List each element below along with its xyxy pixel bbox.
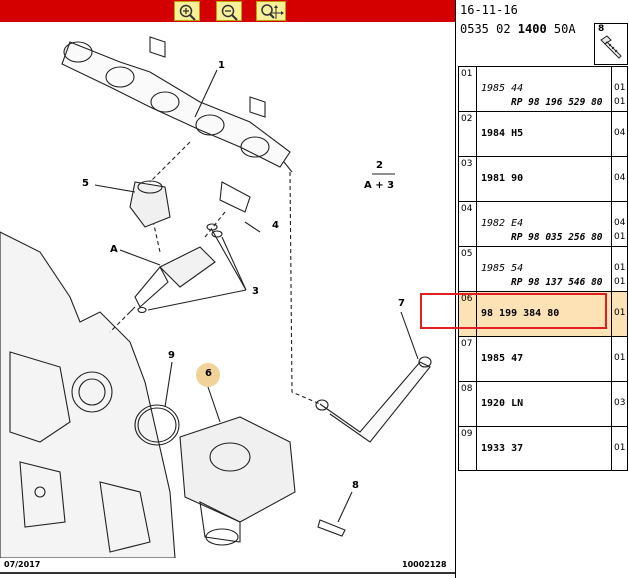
quantity-cell: 03 [611,382,627,426]
callout-4: 4 [272,220,279,231]
part-number: RP 98 137 546 80 [511,277,603,288]
footer-rule [0,572,455,574]
callout-3: 3 [252,286,259,297]
table-row[interactable]: 05 1985 54 RP 98 137 546 80 01 01 [458,246,628,291]
parts-diagram: 1 2 A + 3 3 4 5 A 6 7 8 9 07/2017 100021… [0,0,455,578]
parts-list-panel: 16-11-16 0535 02 1400 50A 8 01 1985 44 RP … [455,0,629,578]
part-reference: 1985 44 [481,83,524,94]
callout-7: 7 [398,298,405,309]
callout-2: 2 [376,160,383,171]
callout-A: A [110,244,118,255]
screw-icon [600,35,622,59]
row-index: 01 [459,67,477,111]
quantity-cell: 01 01 [611,247,627,291]
zoom-out-button[interactable] [216,1,242,21]
quantity-cell: 01 [611,427,627,470]
quantity-cell: 04 [611,112,627,156]
row-index: 08 [459,382,477,426]
part-number: RP 98 035 256 80 [511,232,603,243]
table-row[interactable]: 07 1985 47 01 [458,336,628,381]
parts-table: 01 1985 44 RP 98 196 529 80 01 01 02 1984 H5 04… [458,66,628,471]
row-index: 04 [459,202,477,246]
header-date: 16-11-16 [460,3,518,17]
quantity: 04 [614,218,626,228]
code-prefix: 0535 02 [460,22,518,36]
quantity-secondary: 01 [614,97,626,107]
quantity-cell: 04 01 [611,202,627,246]
callout-5: 5 [82,178,89,189]
quantity: 01 [614,308,626,318]
row-index: 09 [459,427,477,470]
quantity-cell: 04 [611,157,627,201]
diagram-number: 10002128 [402,560,447,569]
callout-2b: A + 3 [364,180,395,191]
quantity: 01 [614,353,626,363]
table-row[interactable]: 04 1982 E4 RP 98 035 256 80 04 01 [458,201,628,246]
part-reference: 1985 47 [481,353,524,364]
table-row[interactable]: 02 1984 H5 04 [458,111,628,156]
quantity: 04 [614,128,626,138]
screw-thumbnail[interactable]: 8 [594,23,628,65]
zoom-pan-button[interactable] [256,1,286,21]
exploded-view-drawing [0,36,432,558]
diagram-toolbar [0,0,455,22]
table-row[interactable]: 01 1985 44 RP 98 196 529 80 01 01 [458,66,628,111]
quantity-secondary: 01 [614,232,626,242]
magnifier-move-icon [261,4,284,19]
table-row[interactable]: 03 1981 90 04 [458,156,628,201]
callout-1: 1 [218,60,225,71]
magnifier-plus-icon [179,4,196,21]
zoom-in-button[interactable] [174,1,200,21]
quantity-cell: 01 [611,337,627,381]
code-bold: 1400 [517,22,547,36]
row-index: 07 [459,337,477,381]
callout-9: 9 [168,350,175,361]
table-row[interactable]: 09 1933 37 01 [458,426,628,471]
row-index: 02 [459,112,477,156]
header-code: 0535 02 1400 50A [460,22,576,36]
diagram-date: 07/2017 [4,560,41,569]
row-index: 03 [459,157,477,201]
magnifier-minus-icon [221,4,238,21]
part-reference: 1982 E4 [481,218,524,229]
quantity: 03 [614,398,626,408]
table-row[interactable]: 08 1920 LN 03 [458,381,628,426]
code-suffix: 50A [546,22,576,36]
quantity-secondary: 01 [614,277,626,287]
part-reference: 1920 LN [481,398,524,409]
quantity: 04 [614,173,626,183]
quantity: 01 [614,443,626,453]
parts-header: 16-11-16 0535 02 1400 50A 8 [456,0,629,66]
callout-6: 6 [205,368,212,379]
row-index: 05 [459,247,477,291]
quantity-cell: 01 [611,292,627,336]
part-reference: 1933 37 [481,443,524,454]
part-reference: 1984 H5 [481,128,524,139]
quantity: 01 [614,263,626,273]
quantity-cell: 01 01 [611,67,627,111]
part-number: RP 98 196 529 80 [511,97,603,108]
quantity: 01 [614,83,626,93]
selected-row-highlight [420,293,607,329]
callout-8: 8 [352,480,359,491]
part-reference: 1981 90 [481,173,524,184]
part-reference: 1985 54 [481,263,524,274]
